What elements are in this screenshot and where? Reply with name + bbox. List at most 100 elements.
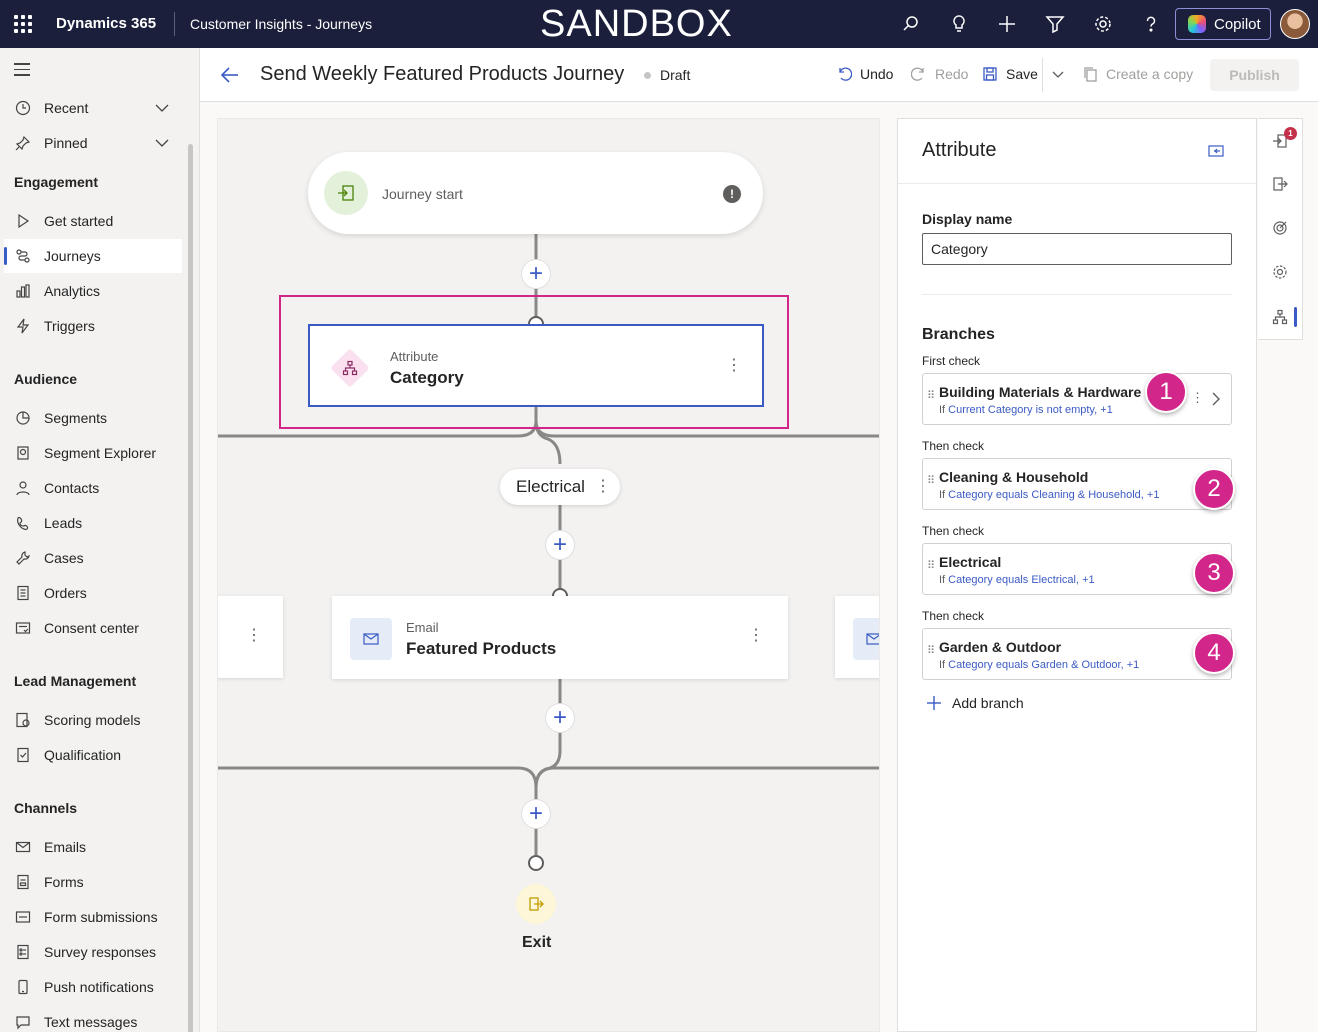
area-name[interactable]: Customer Insights - Journeys — [190, 16, 372, 32]
sidebar-item-emails[interactable]: Emails — [4, 830, 182, 864]
copilot-button[interactable]: Copilot — [1175, 8, 1271, 40]
exit-icon[interactable] — [1272, 176, 1288, 192]
sidebar-item-get-started[interactable]: Get started — [4, 204, 182, 238]
sidebar-item-segments[interactable]: Segments — [4, 401, 182, 435]
save-button[interactable]: Save — [982, 66, 1038, 82]
chevron-down-icon[interactable] — [154, 135, 170, 154]
gear-icon[interactable] — [1091, 12, 1115, 36]
redo-button[interactable]: Redo — [911, 66, 968, 82]
warning-icon[interactable]: ! — [723, 185, 741, 203]
analytics-icon — [14, 282, 32, 300]
sidebar-item-push-notifications[interactable]: Push notifications — [4, 970, 182, 1004]
sidebar-item-forms[interactable]: Forms — [4, 865, 182, 899]
sidebar-item-segment-explorer[interactable]: Segment Explorer — [4, 436, 182, 470]
push-icon — [14, 978, 32, 996]
panel-title: Attribute — [922, 139, 997, 161]
more-options-icon[interactable]: ⋮ — [595, 479, 611, 495]
sidebar-item-pinned[interactable]: Pinned — [4, 126, 182, 160]
sidebar-item-survey-responses[interactable]: Survey responses — [4, 935, 182, 969]
help-icon[interactable] — [1139, 12, 1163, 36]
drag-handle-icon[interactable]: ⠿ — [927, 476, 935, 487]
branch-card[interactable]: ⠿ Electrical If Category equals Electric… — [922, 543, 1232, 595]
sidebar-item-text-messages[interactable]: Text messages — [4, 1005, 182, 1032]
app-name[interactable]: Dynamics 365 — [56, 15, 156, 32]
divider — [174, 12, 175, 36]
sidebar-item-leads[interactable]: Leads — [4, 506, 182, 540]
plus-icon[interactable] — [995, 12, 1019, 36]
email-node-name: Featured Products — [406, 639, 557, 658]
sibling-branch-node-left[interactable]: ⋮ — [218, 596, 283, 678]
sidebar-scrollbar[interactable] — [188, 144, 193, 1032]
sidebar-item-label: Consent center — [44, 620, 139, 636]
sidebar-item-contacts[interactable]: Contacts — [4, 471, 182, 505]
add-step-button[interactable]: + — [545, 703, 575, 733]
sidebar-item-orders[interactable]: Orders — [4, 576, 182, 610]
search-icon[interactable] — [899, 12, 923, 36]
lightbulb-icon[interactable] — [947, 12, 971, 36]
undo-button[interactable]: Undo — [836, 66, 893, 82]
sidebar-item-journeys[interactable]: Journeys — [4, 239, 182, 273]
branch-condition[interactable]: If Category equals Electrical, +1 — [939, 574, 1095, 586]
create-copy-button[interactable]: Create a copy — [1082, 66, 1193, 82]
chevron-right-icon[interactable] — [1211, 392, 1221, 409]
branch-condition[interactable]: If Category equals Cleaning & Household,… — [939, 489, 1159, 501]
mail-icon — [350, 618, 392, 660]
form-submissions-icon — [14, 908, 32, 926]
attribute-node[interactable]: Attribute Category ⋮ — [308, 324, 764, 407]
add-branch-button[interactable]: Add branch — [926, 695, 1024, 711]
sidebar-item-triggers[interactable]: Triggers — [4, 309, 182, 343]
hamburger-icon[interactable] — [14, 63, 30, 80]
callout-marker: 3 — [1193, 552, 1235, 594]
display-name-field[interactable]: Category — [922, 233, 1232, 265]
back-arrow-icon[interactable] — [220, 65, 240, 88]
branch-card[interactable]: ⠿ Garden & Outdoor If Category equals Ga… — [922, 628, 1232, 680]
top-bar: Dynamics 365 Customer Insights - Journey… — [0, 0, 1318, 48]
more-options-icon[interactable]: ⋮ — [726, 358, 742, 374]
sidebar-item-scoring-models[interactable]: Scoring models — [4, 703, 182, 737]
branches-heading: Branches — [922, 326, 995, 343]
sidebar-item-recent[interactable]: Recent — [4, 91, 182, 125]
attribute-node-type: Attribute — [390, 349, 439, 364]
chevron-down-icon[interactable] — [154, 100, 170, 119]
branch-condition[interactable]: If Current Category is not empty, +1 — [939, 404, 1113, 416]
attribute-branch-icon[interactable] — [1272, 309, 1288, 325]
sidebar-item-label: Scoring models — [44, 712, 141, 728]
filter-icon[interactable] — [1043, 12, 1067, 36]
add-step-button[interactable]: + — [521, 799, 551, 829]
app-launcher-icon[interactable] — [14, 15, 32, 33]
add-step-button[interactable]: + — [545, 530, 575, 560]
more-options-icon[interactable]: ⋮ — [246, 628, 262, 644]
qualification-icon — [14, 746, 32, 764]
sidebar-item-qualification[interactable]: Qualification — [4, 738, 182, 772]
avatar[interactable] — [1280, 9, 1310, 39]
sidebar-item-cases[interactable]: Cases — [4, 541, 182, 575]
play-icon — [14, 212, 32, 230]
save-options-chevron[interactable] — [1050, 66, 1066, 82]
add-step-button[interactable]: + — [521, 259, 551, 289]
journey-start-node[interactable]: Journey start ! — [308, 152, 763, 234]
sidebar-item-form-submissions[interactable]: Form submissions — [4, 900, 182, 934]
drag-handle-icon[interactable]: ⠿ — [927, 646, 935, 657]
collapse-panel-icon[interactable] — [1208, 144, 1224, 160]
sidebar-item-consent-center[interactable]: Consent center — [4, 611, 182, 645]
goal-icon[interactable] — [1272, 220, 1288, 236]
publish-button[interactable]: Publish — [1210, 59, 1299, 91]
divider — [898, 183, 1256, 184]
gear-icon[interactable] — [1272, 264, 1288, 280]
drag-handle-icon[interactable]: ⠿ — [927, 391, 935, 402]
branch-condition[interactable]: If Category equals Garden & Outdoor, +1 — [939, 659, 1139, 671]
branch-name: Electrical — [939, 554, 1002, 570]
sidebar-item-analytics[interactable]: Analytics — [4, 274, 182, 308]
drag-handle-icon[interactable]: ⠿ — [927, 561, 935, 572]
journey-canvas[interactable]: Journey start ! + Attribute Category ⋮ E… — [217, 118, 880, 1032]
more-options-icon[interactable]: ⋮ — [748, 628, 764, 644]
branch-selector[interactable]: Electrical ⋮ — [500, 469, 620, 505]
more-options-icon[interactable]: ⋮ — [1191, 391, 1204, 404]
branch-card[interactable]: ⠿ Cleaning & Household If Category equal… — [922, 458, 1232, 510]
status-dot — [644, 72, 651, 79]
sibling-branch-node-right[interactable] — [835, 596, 879, 678]
check-label: Then check — [922, 439, 985, 453]
callout-marker: 2 — [1193, 468, 1235, 510]
email-node[interactable]: Email Featured Products ⋮ — [332, 596, 788, 679]
sidebar-item-label: Pinned — [44, 135, 88, 151]
